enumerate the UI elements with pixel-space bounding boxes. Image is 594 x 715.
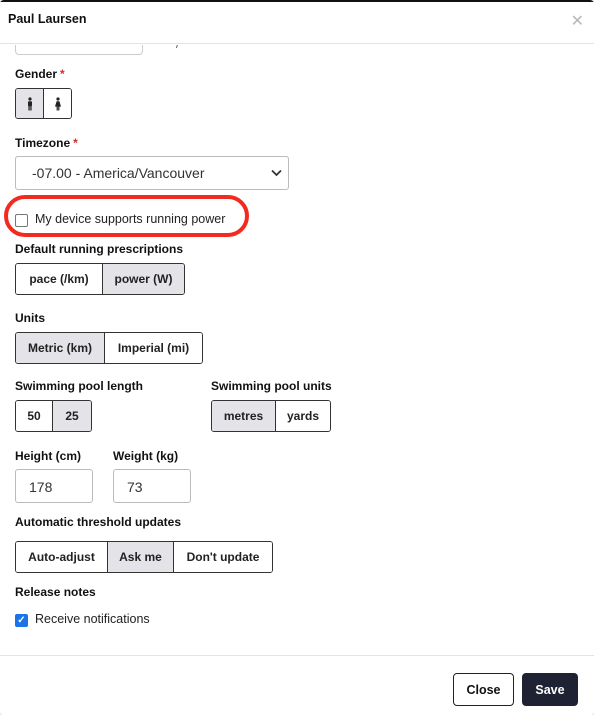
units-toggle: Metric (km) Imperial (mi) [15,332,203,364]
height-label: Height (cm) [15,449,81,463]
pool-units-label: Swimming pool units [211,379,332,393]
athlete-settings-dialog: Paul Laursen ✕ / Gender* [0,0,594,715]
timezone-label: Timezone * [15,136,78,150]
pace-button[interactable]: pace (/km) [16,264,103,294]
weight-input[interactable]: 73 [113,469,191,503]
required-mark: * [73,136,78,150]
height-input[interactable]: 178 [15,469,93,503]
gender-male-button[interactable] [16,89,44,118]
weight-label: Weight (kg) [113,449,179,463]
auto-adjust-button[interactable]: Auto-adjust [16,542,108,572]
timezone-label-text: Timezone [15,136,71,150]
gender-label-text: Gender [15,67,58,81]
female-icon [54,96,61,110]
metric-button[interactable]: Metric (km) [16,333,105,363]
gender-toggle [15,88,72,119]
dialog-title: Paul Laursen [8,12,87,26]
dont-update-button[interactable]: Don't update [174,542,272,572]
dialog-footer: Close Save [0,655,594,715]
release-notes-label: Release notes [15,585,96,599]
pool-25-button[interactable]: 25 [53,401,91,431]
close-button[interactable]: Close [453,673,514,706]
metres-button[interactable]: metres [212,401,276,431]
units-label: Units [15,311,45,325]
running-power-label: My device supports running power [35,212,226,226]
chevron-down-icon [271,166,282,180]
threshold-toggle: Auto-adjust Ask me Don't update [15,541,273,573]
pool-length-toggle: 50 25 [15,400,92,432]
running-power-checkbox[interactable] [15,214,28,227]
partial-input-field[interactable] [15,45,143,55]
gender-label: Gender * [15,67,65,81]
dialog-body: / Gender* [0,45,594,655]
pool-50-button[interactable]: 50 [16,401,53,431]
prescriptions-toggle: pace (/km) power (W) [15,263,185,295]
pool-units-toggle: metres yards [211,400,331,432]
pool-length-label: Swimming pool length [15,379,143,393]
power-button[interactable]: power (W) [103,264,184,294]
notifications-label: Receive notifications [35,612,150,626]
close-icon[interactable]: ✕ [571,11,584,31]
required-mark: * [60,67,65,81]
timezone-select[interactable]: -07.00 - America/Vancouver [15,156,289,190]
threshold-label: Automatic threshold updates [15,515,182,529]
prescriptions-label: Default running prescriptions [15,242,184,256]
gender-female-button[interactable] [44,89,71,118]
ask-me-button[interactable]: Ask me [108,542,174,572]
partial-field-text: / [176,45,179,51]
notifications-checkbox[interactable]: ✓ [15,614,28,627]
timezone-value: -07.00 - America/Vancouver [32,165,205,181]
imperial-button[interactable]: Imperial (mi) [105,333,202,363]
male-icon [27,96,32,110]
save-button[interactable]: Save [522,673,578,706]
yards-button[interactable]: yards [276,401,330,431]
dialog-header: Paul Laursen ✕ [0,2,594,44]
